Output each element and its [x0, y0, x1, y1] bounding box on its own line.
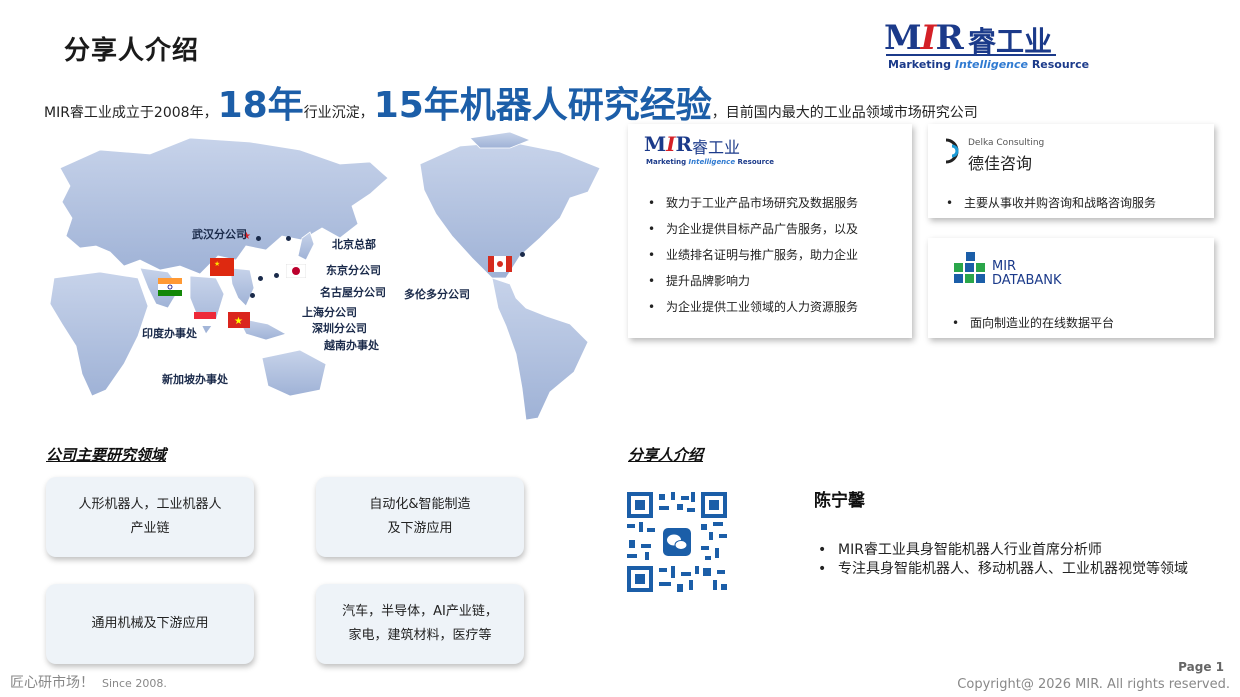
delka-service-item: 主要从事收并购咨询和战略咨询服务 — [938, 190, 1208, 216]
delka-logo-cn: 德佳咨询 — [968, 154, 1033, 173]
mir-logo: MIR 睿工业 Marketing Intelligence Resource — [884, 18, 1089, 76]
logo-tagline: Marketing Intelligence Resource — [888, 58, 1090, 71]
mir-card-logo: MIR 睿工业 Marketing Intelligence Resource — [644, 132, 774, 166]
shenzhen-marker — [250, 293, 255, 298]
mir-service-item: 致力于工业产品市场研究及数据服务 — [640, 190, 902, 216]
logo-divider — [886, 54, 1056, 56]
mir-card: MIR 睿工业 Marketing Intelligence Resource … — [628, 124, 912, 338]
location-vietnam: 越南办事处 — [324, 339, 379, 352]
databank-logo-text: MIR DATABANK — [992, 259, 1062, 288]
india-flag-icon — [158, 278, 182, 296]
svg-text:★: ★ — [234, 316, 243, 327]
footer-slogan: 匠心研市场！ Since 2008. — [10, 675, 167, 691]
intro-part-2: 行业沉淀， — [303, 105, 374, 121]
location-india: 印度办事处 — [142, 327, 197, 340]
databank-card: MIR DATABANK 面向制造业的在线数据平台 — [928, 238, 1214, 338]
delka-card: Delka Consulting 德佳咨询 主要从事收并购咨询和战略咨询服务 — [928, 124, 1214, 218]
location-wuhan: 武汉分公司 — [192, 228, 247, 241]
intro-part-3: ，目前国内最大的工业品领域市场研究公司 — [711, 105, 978, 121]
nagoya-marker — [274, 273, 279, 278]
speaker-name: 陈宁馨 — [814, 491, 865, 511]
mir-service-item: 业绩排名证明与推广服务，助力企业 — [640, 242, 902, 268]
location-beijing: 北京总部 — [332, 238, 376, 251]
speaker-bio-list: MIR睿工业具身智能机器人行业首席分析师 专注具身智能机器人、移动机器人、工业机… — [816, 541, 1196, 579]
tokyo-marker — [286, 236, 291, 241]
location-shanghai: 上海分公司 — [302, 306, 357, 319]
page-number: Page 1 — [1178, 660, 1224, 674]
research-item: 自动化&智能制造 及下游应用 — [316, 477, 524, 557]
svg-text:★: ★ — [214, 260, 220, 268]
delka-logo-icon — [945, 138, 959, 164]
intro-years: 18年 — [217, 85, 304, 126]
footer-since: Since 2008. — [102, 677, 167, 690]
location-singapore: 新加坡办事处 — [162, 373, 228, 386]
delka-services-list: 主要从事收并购咨询和战略咨询服务 — [938, 190, 1208, 216]
beijing-marker — [256, 236, 261, 241]
speaker-heading: 分享人介绍 — [628, 446, 704, 464]
mir-service-item: 提升品牌影响力 — [640, 268, 902, 294]
databank-service-item: 面向制造业的在线数据平台 — [944, 310, 1208, 336]
shanghai-marker — [258, 276, 263, 281]
speaker-bio-item: 专注具身智能机器人、移动机器人、工业机器视觉等领域 — [816, 560, 1196, 579]
page-title: 分享人介绍 — [64, 36, 200, 66]
location-tokyo: 东京分公司 — [326, 264, 381, 277]
mir-service-item: 为企业提供工业领域的人力资源服务 — [640, 294, 902, 320]
delka-logo-en: Delka Consulting — [968, 138, 1045, 148]
canada-flag-icon — [488, 256, 512, 272]
toronto-marker — [520, 252, 525, 257]
research-item: 汽车，半导体，AI产业链， 家电，建筑材料，医疗等 — [316, 584, 524, 664]
intro-robot-years: 15年机器人研究经验 — [373, 85, 712, 126]
research-item: 人形机器人，工业机器人 产业链 — [46, 477, 254, 557]
logo-mir-text: MIR — [884, 18, 964, 58]
world-map: ★ ★ ★ 武汉分公司 北京总部 东京分公司 名古屋分公司 上海分公司 深圳分公… — [40, 128, 620, 428]
location-toronto: 多伦多分公司 — [404, 288, 470, 301]
company-intro: MIR睿工业成立于2008年，18年行业沉淀，15年机器人研究经验，目前国内最大… — [44, 76, 978, 128]
singapore-flag-icon — [194, 312, 216, 326]
speaker-bio-item: MIR睿工业具身智能机器人行业首席分析师 — [816, 541, 1196, 560]
mir-services-list: 致力于工业产品市场研究及数据服务 为企业提供目标产品广告服务，以及 业绩排名证明… — [640, 190, 902, 320]
intro-part-1: MIR睿工业成立于2008年， — [44, 105, 218, 121]
location-shenzhen: 深圳分公司 — [312, 322, 367, 335]
world-map-graphic — [49, 131, 601, 421]
copyright-text: Copyright@ 2026 MIR. All rights reserved… — [957, 677, 1230, 692]
mir-service-item: 为企业提供目标产品广告服务，以及 — [640, 216, 902, 242]
location-nagoya: 名古屋分公司 — [320, 286, 386, 299]
research-heading: 公司主要研究领域 — [46, 446, 167, 464]
vietnam-flag-icon: ★ — [228, 312, 250, 328]
china-flag-icon: ★ — [210, 258, 234, 276]
wechat-qr-code-icon — [625, 490, 729, 594]
japan-flag-icon — [286, 264, 306, 278]
research-item: 通用机械及下游应用 — [46, 584, 254, 664]
databank-logo-icon — [954, 252, 985, 283]
databank-services-list: 面向制造业的在线数据平台 — [944, 310, 1208, 336]
